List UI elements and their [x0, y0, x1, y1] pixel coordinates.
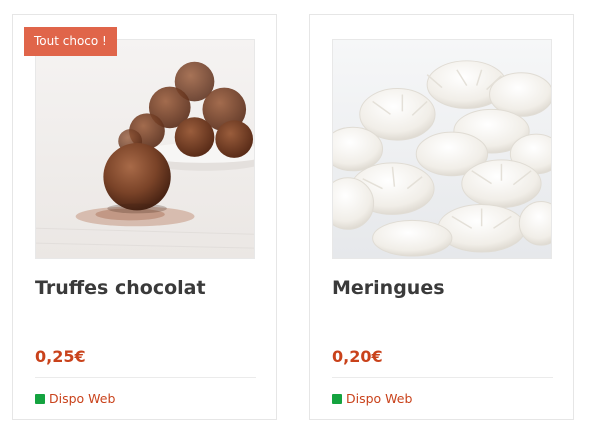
chocolate-truffles-photo [36, 40, 254, 258]
availability-icon [35, 393, 45, 404]
product-price: 0,20€ [332, 347, 383, 366]
product-price: 0,25€ [35, 347, 86, 366]
availability-label: Dispo Web [49, 391, 116, 406]
product-card-meringues[interactable]: Meringues 0,20€ Dispo Web [309, 14, 574, 420]
availability-status: Dispo Web [332, 391, 412, 406]
product-card-truffes[interactable]: Tout choco ! Truffes chocolat 0,25€ Disp… [12, 14, 277, 420]
product-name[interactable]: Meringues [332, 277, 445, 299]
product-name[interactable]: Truffes chocolat [35, 277, 206, 299]
availability-status: Dispo Web [35, 391, 115, 406]
divider [332, 377, 553, 378]
divider [35, 377, 256, 378]
availability-label: Dispo Web [346, 391, 413, 406]
product-image-meringues[interactable] [332, 39, 552, 259]
promo-badge: Tout choco ! [24, 27, 117, 56]
product-image-truffes[interactable] [35, 39, 255, 259]
availability-icon [332, 393, 342, 404]
meringues-photo [333, 40, 551, 258]
